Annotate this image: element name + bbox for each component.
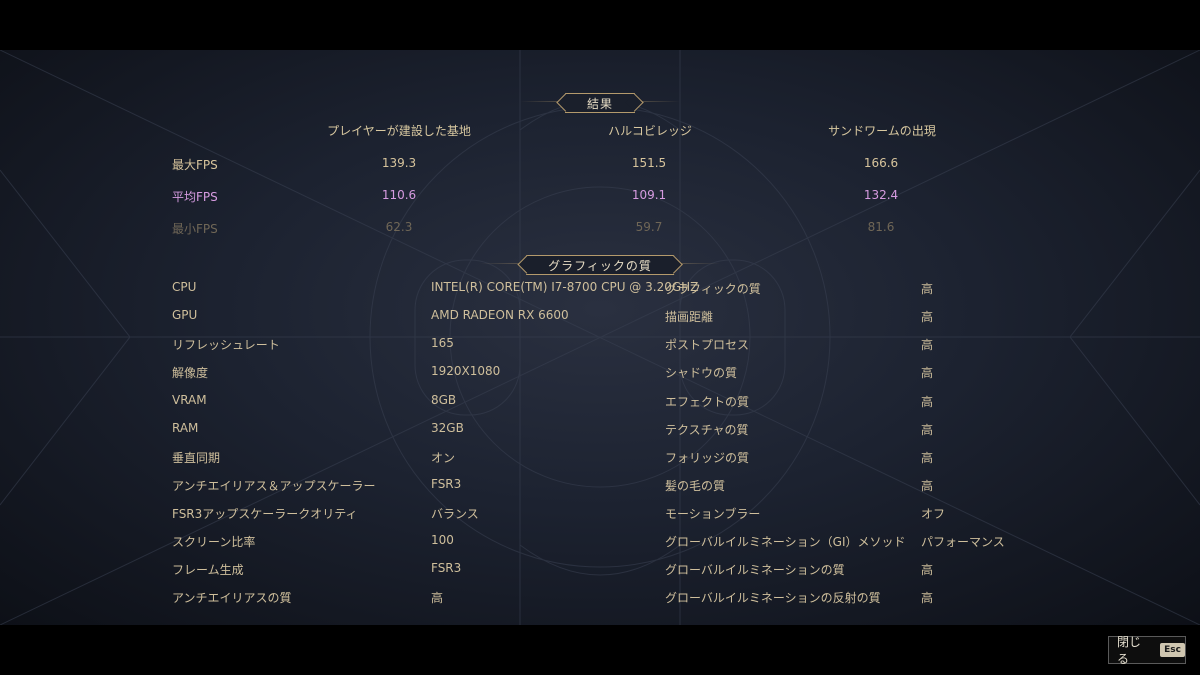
- close-button[interactable]: 閉じる Esc: [1108, 635, 1186, 666]
- spec-label-foliage-quality: フォリッジの質: [665, 451, 750, 465]
- spec-value-resolution: 1920X1080: [431, 364, 501, 378]
- spec-value-screen-ratio: 100: [431, 533, 454, 547]
- spec-label-gi-method: グローバルイルミネーション（GI）メソッド: [665, 535, 906, 549]
- max-fps-harko-village: 151.5: [631, 156, 667, 170]
- avg-fps-harko-village: 109.1: [631, 188, 667, 202]
- min-fps-sandworm: 81.6: [867, 220, 895, 234]
- spec-label-fsr3-quality: FSR3アップスケーラークオリティ: [172, 507, 358, 521]
- row-label-min-fps: 最小FPS: [172, 222, 218, 236]
- spec-label-motion-blur: モーションブラー: [665, 507, 761, 521]
- spec-value-post-process: 高: [921, 338, 934, 352]
- spec-value-frame-generation: FSR3: [431, 561, 462, 575]
- spec-value-gi-reflection-quality: 高: [921, 591, 934, 605]
- esc-key-icon: Esc: [1160, 643, 1185, 657]
- spec-value-shadow-quality: 高: [921, 366, 934, 380]
- column-header-sandworm: サンドワームの出現: [828, 124, 936, 138]
- graphics-title: グラフィックの質: [526, 255, 674, 275]
- spec-label-shadow-quality: シャドウの質: [665, 366, 738, 380]
- spec-value-vram: 8GB: [431, 393, 457, 407]
- spec-label-cpu: CPU: [172, 280, 197, 294]
- spec-value-cpu: INTEL(R) CORE(TM) I7-8700 CPU @ 3.20GHZ: [431, 280, 699, 294]
- spec-label-ram: RAM: [172, 421, 199, 435]
- spec-value-texture-quality: 高: [921, 423, 934, 437]
- spec-value-vsync: オン: [431, 451, 456, 465]
- spec-label-antialias-quality: アンチエイリアスの質: [172, 591, 292, 605]
- column-header-player-base: プレイヤーが建設した基地: [327, 124, 471, 138]
- spec-value-graphics-quality: 高: [921, 282, 934, 296]
- spec-value-fsr3-quality: バランス: [431, 507, 479, 521]
- spec-label-frame-generation: フレーム生成: [172, 563, 244, 577]
- max-fps-sandworm: 166.6: [863, 156, 899, 170]
- spec-value-refresh-rate: 165: [431, 336, 454, 350]
- spec-value-gi-method: パフォーマンス: [921, 535, 1005, 549]
- min-fps-harko-village: 59.7: [635, 220, 663, 234]
- spec-value-ram: 32GB: [431, 421, 464, 435]
- spec-value-hair-quality: 高: [921, 479, 934, 493]
- spec-label-gi-quality: グローバルイルミネーションの質: [665, 563, 845, 577]
- spec-value-gi-quality: 高: [921, 563, 934, 577]
- spec-label-gi-reflection-quality: グローバルイルミネーションの反射の質: [665, 591, 881, 605]
- min-fps-player-base: 62.3: [385, 220, 413, 234]
- spec-value-gpu: AMD RADEON RX 6600: [431, 308, 569, 322]
- spec-label-post-process: ポストプロセス: [665, 338, 750, 352]
- spec-label-hair-quality: 髪の毛の質: [665, 479, 726, 493]
- spec-label-draw-distance: 描画距離: [665, 310, 714, 324]
- spec-value-foliage-quality: 高: [921, 451, 934, 465]
- spec-label-antialias-upscaler: アンチエイリアス＆アップスケーラー: [172, 479, 376, 493]
- benchmark-results-panel: 結果 プレイヤーが建設した基地 ハルコビレッジ サンドワームの出現 最大FPS …: [0, 50, 1200, 625]
- spec-value-antialias-quality: 高: [431, 591, 444, 605]
- spec-label-refresh-rate: リフレッシュレート: [172, 338, 280, 352]
- row-label-avg-fps: 平均FPS: [172, 190, 218, 204]
- avg-fps-player-base: 110.6: [381, 188, 417, 202]
- spec-value-draw-distance: 高: [921, 310, 934, 324]
- spec-value-antialias-upscaler: FSR3: [431, 477, 462, 491]
- spec-label-texture-quality: テクスチャの質: [665, 423, 749, 437]
- results-title: 結果: [564, 93, 636, 113]
- avg-fps-sandworm: 132.4: [863, 188, 899, 202]
- column-header-harko-village: ハルコビレッジ: [608, 124, 692, 138]
- row-label-max-fps: 最大FPS: [172, 158, 218, 172]
- spec-label-gpu: GPU: [172, 308, 198, 322]
- spec-value-motion-blur: オフ: [921, 507, 946, 521]
- spec-value-effect-quality: 高: [921, 395, 934, 409]
- close-button-label: 閉じる: [1117, 635, 1142, 666]
- spec-label-vram: VRAM: [172, 393, 207, 407]
- spec-label-resolution: 解像度: [172, 366, 209, 380]
- spec-label-vsync: 垂直同期: [172, 451, 221, 465]
- max-fps-player-base: 139.3: [381, 156, 417, 170]
- spec-label-graphics-quality: グラフィックの質: [665, 282, 761, 296]
- spec-label-effect-quality: エフェクトの質: [665, 395, 750, 409]
- spec-label-screen-ratio: スクリーン比率: [172, 535, 256, 549]
